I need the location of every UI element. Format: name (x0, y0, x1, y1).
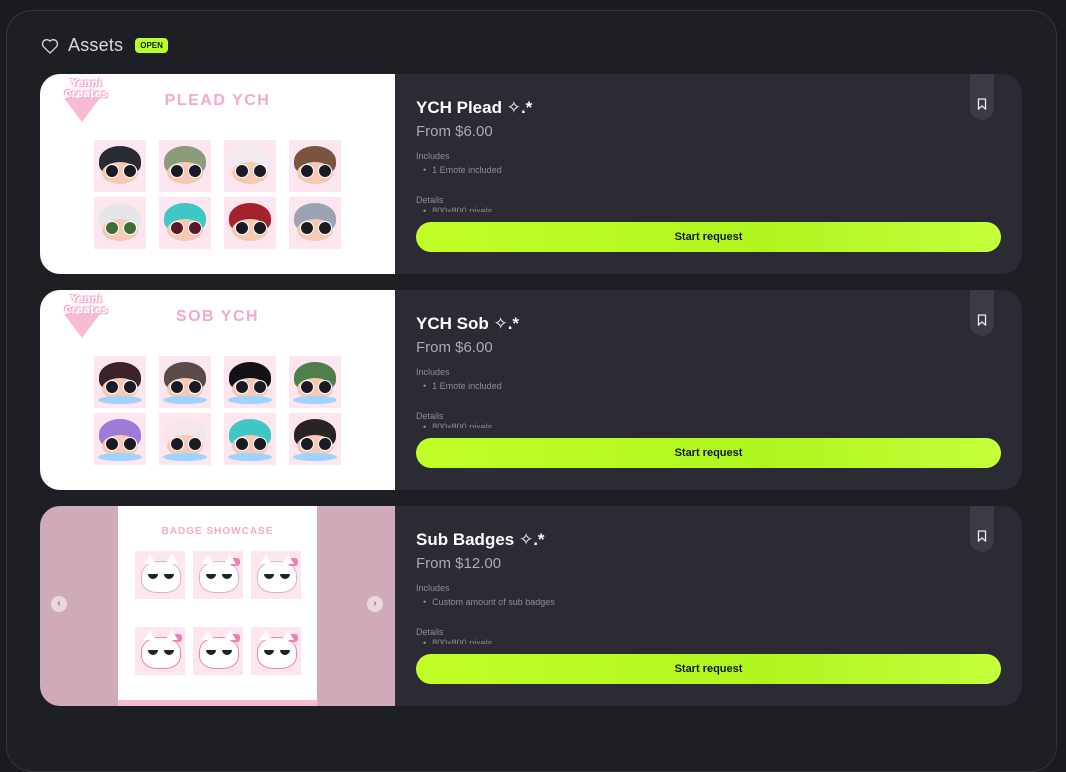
details-item: 800x800 pixels (423, 206, 492, 212)
carousel-slide: BADGE SHOWCASE (118, 506, 317, 706)
includes-item: 1 Emote included (423, 165, 502, 175)
status-badge: OPEN (135, 38, 168, 53)
includes-item: 1 Emote included (423, 381, 502, 391)
emote-preview (159, 197, 211, 249)
emote-preview (224, 197, 276, 249)
badge-preview (135, 551, 185, 599)
thumbnail-heading: PLEAD YCH (164, 92, 271, 109)
emote-preview (289, 197, 341, 249)
asset-thumbnail[interactable]: Yenni Creates PLEAD YCH (40, 74, 395, 274)
emote-preview (159, 140, 211, 192)
asset-price: From $6.00 (416, 123, 493, 140)
emote-preview (159, 356, 211, 408)
badge-preview (251, 627, 301, 675)
badge-preview (251, 551, 301, 599)
includes-label: Includes (416, 151, 450, 161)
heart-outline-icon[interactable] (40, 36, 60, 56)
emote-preview (94, 140, 146, 192)
asset-card-sob[interactable]: Yenni Creates SOB YCH YCH Sob ✧.* From $6… (40, 290, 1022, 490)
details-label: Details (416, 411, 444, 421)
asset-card-sub-badges[interactable]: BADGE SHOWCASE ‹ › Sub Badges ✧.* From $… (40, 506, 1022, 706)
details-label: Details (416, 195, 444, 205)
start-request-button[interactable]: Start request (416, 222, 1001, 252)
carousel-next-button[interactable]: › (367, 596, 383, 612)
emote-preview (224, 413, 276, 465)
badge-grid (135, 551, 301, 675)
emote-preview (94, 356, 146, 408)
emote-preview (94, 197, 146, 249)
asset-price: From $12.00 (416, 555, 502, 572)
emote-preview (94, 413, 146, 465)
emote-grid (94, 140, 346, 250)
thumbnail-heading: BADGE SHOWCASE (161, 526, 274, 537)
badge-preview (193, 627, 243, 675)
includes-label: Includes (416, 367, 450, 377)
asset-title: Sub Badges ✧.* (416, 530, 545, 549)
carousel-prev-button[interactable]: ‹ (51, 596, 67, 612)
bookmark-icon (977, 98, 987, 110)
details-item: 800x800 pixels (423, 638, 492, 644)
emote-grid (94, 356, 346, 466)
asset-thumbnail[interactable]: Yenni Creates SOB YCH (40, 290, 395, 490)
badge-preview (193, 551, 243, 599)
asset-price: From $6.00 (416, 339, 493, 356)
bookmark-icon (977, 530, 987, 542)
details-item: 800x800 pixels (423, 422, 492, 428)
start-request-button[interactable]: Start request (416, 654, 1001, 684)
badge-preview (135, 627, 185, 675)
asset-info: YCH Plead ✧.* From $6.00 Includes 1 Emot… (416, 74, 1022, 274)
bookmark-button[interactable] (970, 74, 994, 120)
section-header: Assets OPEN (40, 35, 168, 56)
details-label: Details (416, 627, 444, 637)
asset-title: YCH Plead ✧.* (416, 98, 533, 117)
emote-preview (224, 356, 276, 408)
asset-info: Sub Badges ✧.* From $12.00 Includes Cust… (416, 506, 1022, 706)
thumbnail-heading: SOB YCH (175, 308, 260, 325)
emote-preview (224, 140, 276, 192)
bookmark-button[interactable] (970, 506, 994, 552)
asset-thumbnail-carousel[interactable]: BADGE SHOWCASE ‹ › (40, 506, 395, 706)
asset-card-plead[interactable]: Yenni Creates PLEAD YCH YCH Plead ✧.* Fro… (40, 74, 1022, 274)
asset-info: YCH Sob ✧.* From $6.00 Includes 1 Emote … (416, 290, 1022, 490)
emote-preview (289, 413, 341, 465)
emote-preview (289, 140, 341, 192)
bookmark-button[interactable] (970, 290, 994, 336)
section-title: Assets (68, 35, 124, 55)
includes-label: Includes (416, 583, 450, 593)
start-request-button[interactable]: Start request (416, 438, 1001, 468)
emote-preview (289, 356, 341, 408)
includes-item: Custom amount of sub badges (423, 597, 555, 607)
slide-footer-strip (118, 700, 317, 706)
asset-title: YCH Sob ✧.* (416, 314, 520, 333)
bookmark-icon (977, 314, 987, 326)
emote-preview (159, 413, 211, 465)
